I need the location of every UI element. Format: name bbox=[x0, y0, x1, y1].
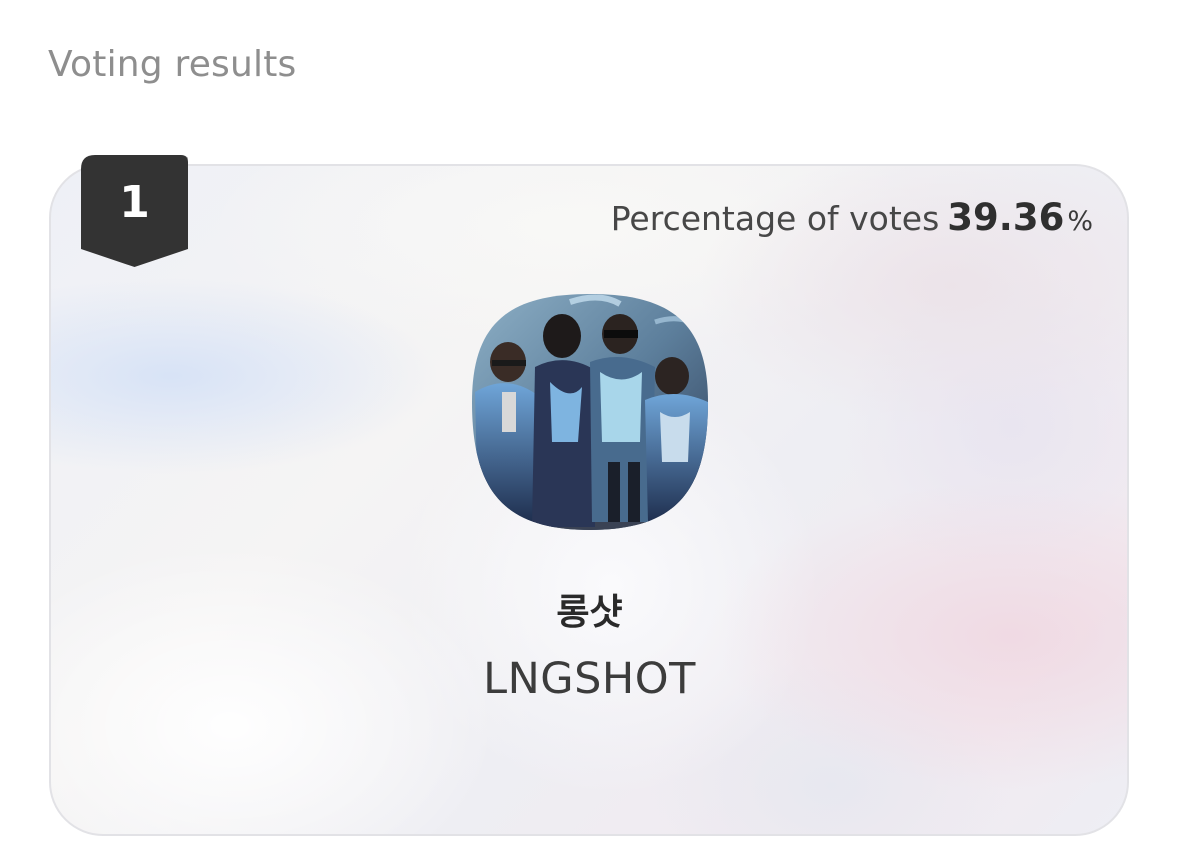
rank-number: 1 bbox=[119, 177, 150, 228]
group-photo-avatar[interactable] bbox=[470, 292, 710, 532]
percentage-value: 39.36 bbox=[947, 196, 1065, 239]
vote-percentage: Percentage of votes 39.36% bbox=[611, 196, 1093, 239]
percentage-label: Percentage of votes bbox=[610, 199, 940, 238]
group-photo-avatar-image bbox=[472, 294, 708, 530]
artist-name-english: LNGSHOT bbox=[483, 654, 696, 704]
voting-results-page: Voting results 1 Percentage of votes 39.3… bbox=[0, 0, 1179, 866]
rank-badge: 1 bbox=[81, 155, 188, 267]
percentage-unit: % bbox=[1067, 206, 1093, 237]
section-title: Voting results bbox=[48, 44, 297, 85]
artist-name-korean: 롱샷 bbox=[556, 592, 623, 633]
